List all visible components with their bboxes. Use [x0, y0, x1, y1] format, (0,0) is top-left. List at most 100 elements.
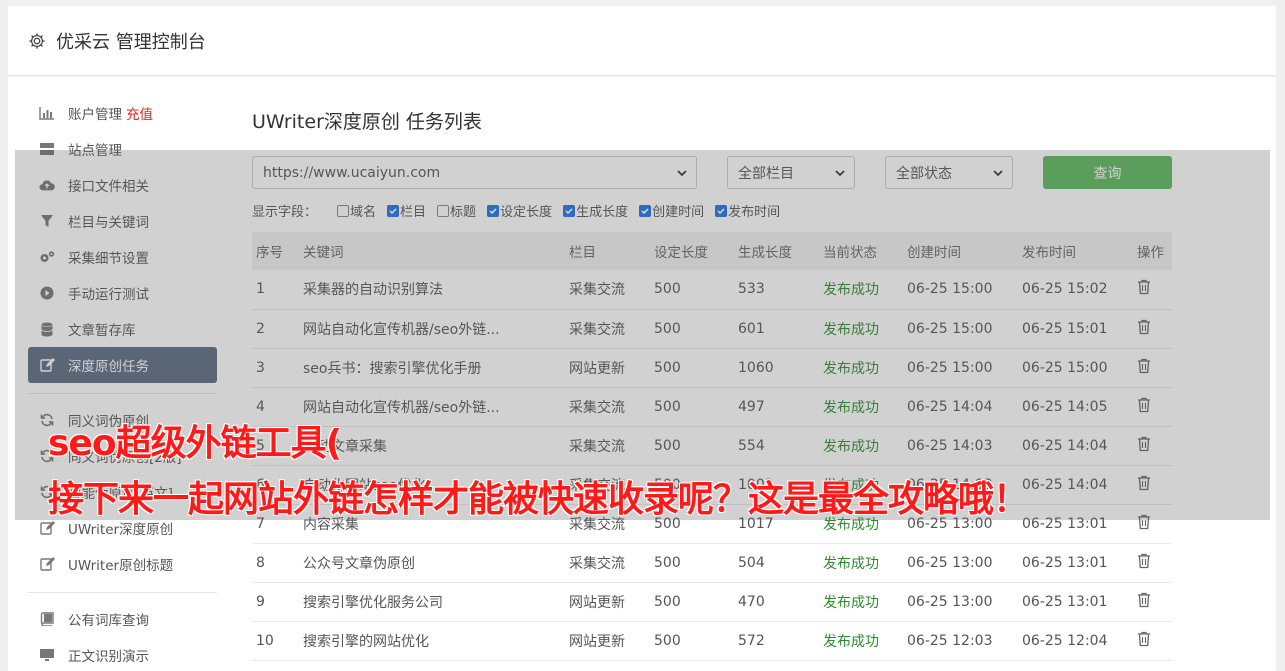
filter-bar: https://www.ucaiyun.com 全部栏目 全部状态 查询 [252, 156, 1172, 189]
trash-icon[interactable] [1137, 279, 1151, 295]
cell-index: 8 [256, 554, 265, 571]
query-button[interactable]: 查询 [1043, 156, 1172, 189]
overlay-caption-line2: 接下来一起网站外链怎样才能被快速收录呢？这是最全攻略哦！ [48, 479, 1029, 520]
sidebar-item-manual-run[interactable]: 手动运行测试 [28, 275, 217, 311]
sidebar-item-label: 账户管理 [68, 107, 122, 123]
sidebar-item-label: 手动运行测试 [68, 287, 149, 303]
cell-column: 采集交流 [569, 321, 625, 338]
status-select-value: 全部状态 [896, 165, 952, 182]
sidebar-item-label: 站点管理 [68, 143, 122, 159]
status-select[interactable]: 全部状态 [885, 156, 1013, 189]
gear-icon [29, 32, 45, 49]
cell-gen-length: 601 [738, 320, 765, 337]
sidebar-item-label: UWriter原创标题 [68, 558, 174, 574]
checkbox-label: 发布时间 [728, 205, 781, 220]
sidebar-divider [28, 393, 217, 394]
cell-created: 06-25 13:00 [907, 554, 993, 571]
checkbox-label: 标题 [450, 205, 477, 220]
checkbox-box [337, 204, 350, 217]
sidebar-item-account[interactable]: 账户管理 充值 [28, 95, 217, 131]
field-checkbox-title[interactable]: 标题 [437, 201, 476, 220]
col-header: 栏目 [569, 245, 596, 261]
table-row: 2 网站自动化宣传机器/seo外链... 采集交流 500 601 发布成功 06-25 1… [252, 309, 1172, 348]
cell-published: 06-25 14:04 [1022, 476, 1108, 493]
cell-created: 06-25 14:03 [907, 437, 993, 454]
cell-column: 网站更新 [569, 633, 625, 650]
cell-column: 采集交流 [569, 438, 625, 455]
cell-actions [1133, 270, 1172, 309]
cell-gen-length: 1060 [738, 359, 774, 376]
cell-gen-length: 497 [738, 398, 765, 415]
content-panel: 账户管理 充值 站点管理 接口文件相关 栏目与关键词 采集细节设置 手动运行测试… [8, 77, 1276, 671]
trash-icon[interactable] [1137, 436, 1151, 452]
cell-status: 发布成功 [823, 399, 879, 416]
display-fields: 显示字段： 域名 栏目 标题 设定长度 生成长度 创建时间 发布时间 [252, 201, 791, 220]
cell-gen-length: 470 [738, 593, 765, 610]
sidebar-item-content-recognition[interactable]: 正文识别演示 [28, 637, 217, 671]
trash-icon[interactable] [1137, 358, 1151, 374]
field-checkbox-domain[interactable]: 域名 [337, 201, 376, 220]
table-header-row: 序号 关键词 栏目 设定长度 生成长度 当前状态 创建时间 发布时间 操作 [252, 232, 1172, 270]
field-checkbox-set-length[interactable]: 设定长度 [487, 201, 552, 220]
sidebar-item-public-lexicon[interactable]: 公有词库查询 [28, 601, 217, 637]
field-checkbox-gen-length[interactable]: 生成长度 [563, 201, 628, 220]
cell-created: 06-25 14:04 [907, 398, 993, 415]
cogs-icon [39, 249, 55, 265]
check-icon [715, 204, 728, 217]
trash-icon[interactable] [1137, 319, 1151, 335]
trash-icon[interactable] [1137, 631, 1151, 647]
checkbox-label: 设定长度 [500, 205, 553, 220]
cell-status: 发布成功 [823, 321, 879, 338]
site-select[interactable]: https://www.ucaiyun.com [252, 156, 697, 189]
table-row: 9 搜索引擎优化服务公司 网站更新 500 470 发布成功 06-25 13:00 06-2… [252, 582, 1172, 621]
recharge-link[interactable]: 充值 [126, 103, 153, 123]
field-checkbox-created[interactable]: 创建时间 [639, 201, 704, 220]
column-select[interactable]: 全部栏目 [727, 156, 855, 189]
cell-actions [1133, 426, 1172, 465]
app-title: 优采云 管理控制台 [56, 31, 206, 53]
cell-status: 发布成功 [823, 360, 879, 377]
sidebar-item-interface-files[interactable]: 接口文件相关 [28, 167, 217, 203]
cell-published: 06-25 13:01 [1022, 515, 1108, 532]
trash-icon[interactable] [1137, 514, 1151, 530]
cell-published: 06-25 14:05 [1022, 398, 1108, 415]
table-body: 1 采集器的自动识别算法 采集交流 500 533 发布成功 06-25 15:00 06-2… [252, 270, 1172, 660]
cell-actions [1133, 309, 1172, 348]
field-checkbox-published[interactable]: 发布时间 [715, 201, 780, 220]
column-select-value: 全部栏目 [738, 165, 794, 182]
database-icon [39, 321, 55, 337]
trash-icon[interactable] [1137, 397, 1151, 413]
col-header: 操作 [1137, 245, 1164, 261]
cell-index: 2 [256, 320, 265, 337]
sidebar-item-label: 公有词库查询 [68, 613, 149, 629]
trash-icon[interactable] [1137, 592, 1151, 608]
sidebar-item-article-storage[interactable]: 文章暂存库 [28, 311, 217, 347]
sidebar-item-collect-settings[interactable]: 采集细节设置 [28, 239, 217, 275]
edit-icon [39, 357, 55, 373]
cell-actions [1133, 504, 1172, 543]
sidebar-item-uwriter-title[interactable]: UWriter原创标题 [28, 546, 217, 582]
sidebar-item-label: 深度原创任务 [68, 359, 149, 375]
sidebar-item-deep-original-tasks[interactable]: 深度原创任务 [28, 347, 217, 383]
check-icon [563, 204, 576, 217]
sidebar-item-columns-keywords[interactable]: 栏目与关键词 [28, 203, 217, 239]
sidebar-item-sites[interactable]: 站点管理 [28, 131, 217, 167]
cell-status: 发布成功 [823, 633, 879, 650]
sidebar-item-label: 采集细节设置 [68, 251, 149, 267]
cell-status: 发布成功 [823, 438, 879, 455]
cell-created: 06-25 15:00 [907, 281, 993, 298]
page-title: UWriter深度原创 任务列表 [252, 111, 482, 133]
col-header: 序号 [256, 245, 283, 261]
cell-created: 06-25 12:03 [907, 632, 993, 649]
trash-icon[interactable] [1137, 553, 1151, 569]
checkbox-label: 栏目 [400, 205, 427, 220]
cell-column: 网站更新 [569, 360, 625, 377]
field-checkbox-column[interactable]: 栏目 [387, 201, 426, 220]
cell-gen-length: 533 [738, 281, 765, 298]
display-fields-label: 显示字段： [252, 205, 318, 220]
table-row: 4 网站自动化宣传机器/seo外链... 采集交流 500 497 发布成功 06-25 1… [252, 387, 1172, 426]
cell-set-length: 500 [654, 359, 681, 376]
cell-column: 采集交流 [569, 399, 625, 416]
monitor-icon [39, 647, 55, 663]
trash-icon[interactable] [1137, 475, 1151, 491]
